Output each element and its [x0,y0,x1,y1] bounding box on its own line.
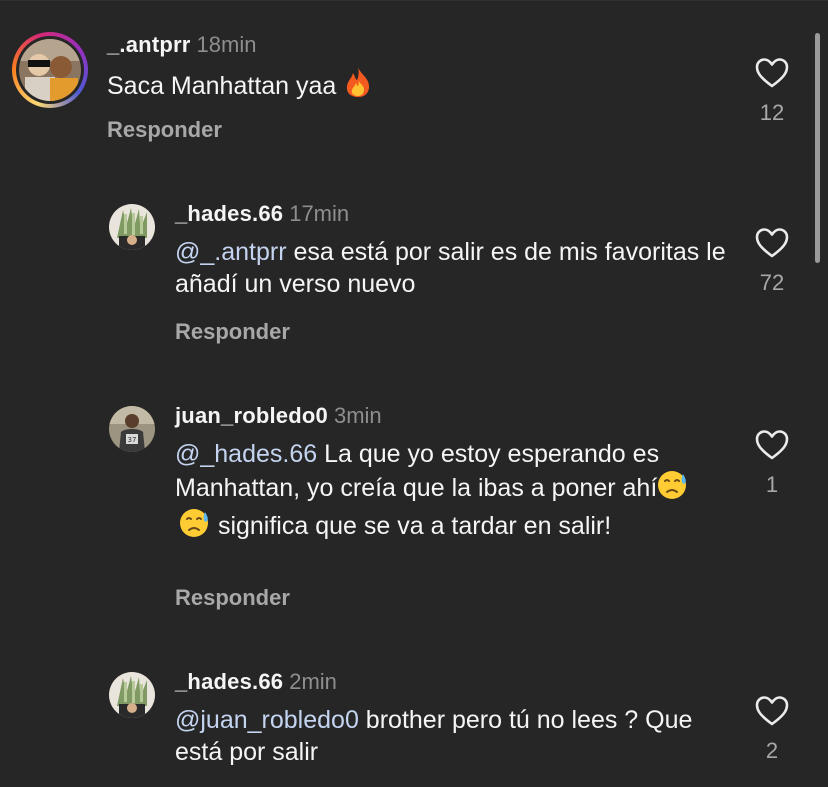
comments-screen: _.antprr 18min Saca Manhattan yaa Respond… [0,0,828,787]
comment-time: 17min [289,201,350,226]
reply-button[interactable]: Responder [175,584,290,612]
comment-username[interactable]: _hades.66 [175,201,283,226]
avatar[interactable] [109,204,155,250]
heart-outline-icon[interactable] [755,695,789,727]
comment-username[interactable]: _.antprr [107,32,191,57]
sad-relieved-face-emoji [179,508,211,546]
like-count: 72 [759,270,785,295]
story-ring[interactable] [12,32,88,108]
comment-time: 3min [333,403,382,428]
reply-button[interactable]: Responder [107,116,222,144]
comment-text: @_.antprr esa está por salir es de mis f… [175,236,735,300]
comment-text-body: significa que se va a tardar en salir! [211,512,612,540]
like-count: 12 [759,100,785,125]
heart-outline-icon[interactable] [755,57,789,89]
like-button[interactable]: 12 [742,57,802,127]
comment-username[interactable]: juan_robledo0 [175,403,328,428]
mention-link[interactable]: @_.antprr [175,238,287,266]
heart-outline-icon[interactable] [755,429,789,461]
heart-outline-icon[interactable] [755,227,789,259]
avatar[interactable]: 37 [109,406,155,452]
like-button[interactable]: 1 [742,429,802,499]
like-count: 1 [765,472,779,497]
avatar[interactable] [19,39,81,101]
comment-username[interactable]: _hades.66 [175,669,283,694]
mention-link[interactable]: @juan_robledo0 [175,706,359,734]
fire-emoji [343,66,373,106]
mention-link[interactable]: @_hades.66 [175,440,317,468]
comment-time: 18min [196,32,257,57]
comment-text: @juan_robledo0 brother pero tú no lees ?… [175,704,735,768]
comment-text-body: Saca Manhattan yaa [107,72,337,100]
comment-text: Saca Manhattan yaa [107,66,667,106]
comment-time: 2min [289,669,337,694]
like-button[interactable]: 2 [742,695,802,765]
svg-text:37: 37 [128,436,137,444]
avatar[interactable] [109,672,155,718]
reply-button[interactable]: Responder [175,318,290,346]
sad-relieved-face-emoji [657,470,689,508]
comment-text: @_hades.66 La que yo estoy esperando es … [175,438,715,546]
scrollbar[interactable] [815,33,820,263]
like-count: 2 [765,738,779,763]
like-button[interactable]: 72 [742,227,802,297]
